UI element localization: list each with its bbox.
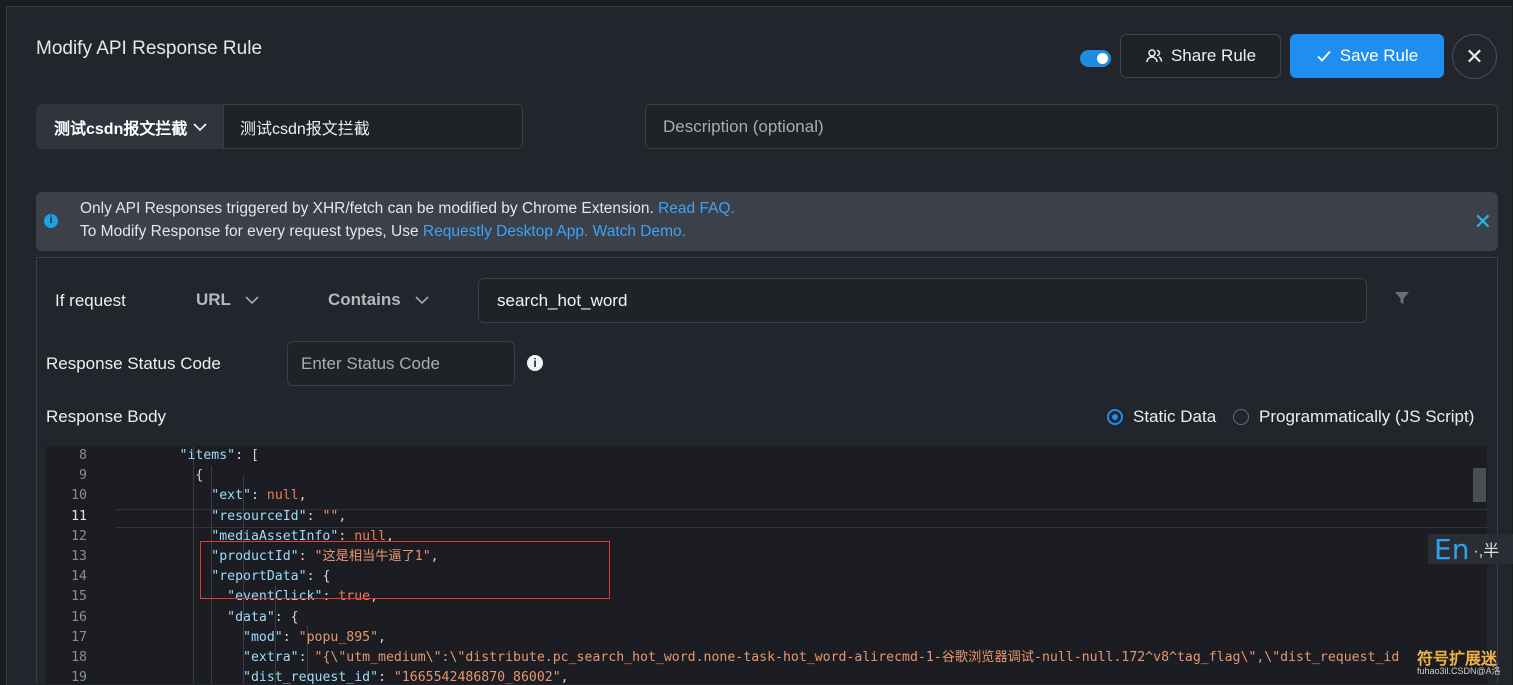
info-icon: i — [44, 214, 58, 228]
code-text: "ext": null, — [211, 488, 307, 504]
description-input[interactable]: Description (optional) — [645, 104, 1498, 149]
code-line[interactable]: 19 "dist_request_id": "1665542486870_860… — [46, 668, 1487, 684]
banner-line-1-text: Only API Responses triggered by XHR/fetc… — [80, 200, 654, 217]
group-selector-label: 测试csdn报文拦截 — [54, 120, 188, 138]
code-line[interactable]: 8 "items": [ — [46, 446, 1487, 466]
chevron-down-icon — [245, 296, 259, 305]
line-number: 11 — [71, 508, 87, 524]
code-line[interactable]: 10 "ext": null, — [46, 486, 1487, 506]
read-faq-link[interactable]: Read FAQ. — [658, 200, 735, 217]
save-rule-button[interactable]: Save Rule — [1290, 34, 1444, 78]
code-text: "resourceId": "", — [211, 508, 347, 524]
editor-scrollbar-thumb[interactable] — [1473, 468, 1486, 502]
line-number: 17 — [71, 629, 87, 645]
desktop-app-link[interactable]: Requestly Desktop App. — [423, 223, 588, 240]
if-request-label: If request — [55, 291, 126, 310]
source-key-label: URL — [196, 290, 231, 309]
radio-programmatic-label: Programmatically (JS Script) — [1259, 407, 1475, 426]
radio-static-indicator[interactable] — [1107, 409, 1123, 425]
line-number: 19 — [71, 670, 87, 684]
code-text: "dist_request_id": "1665542486870_86002"… — [243, 670, 569, 684]
banner-line-1: Only API Responses triggered by XHR/fetc… — [80, 200, 735, 218]
watermark-text: fuhao3il.CSDN@A洛 — [1417, 666, 1501, 676]
response-body-label: Response Body — [46, 407, 167, 426]
status-code-input[interactable]: Enter Status Code — [287, 341, 515, 386]
group-selector[interactable]: 测试csdn报文拦截 — [36, 104, 224, 149]
share-rule-button[interactable]: Share Rule — [1120, 34, 1281, 78]
radio-programmatic[interactable]: Programmatically (JS Script) — [1233, 407, 1474, 427]
code-line[interactable]: 9 { — [46, 466, 1487, 486]
code-text: "data": { — [227, 609, 299, 625]
radio-static-label: Static Data — [1133, 407, 1217, 426]
line-number: 15 — [71, 589, 87, 605]
line-number: 13 — [71, 549, 87, 564]
save-rule-label: Save Rule — [1339, 46, 1419, 65]
rule-status-toggle[interactable] — [1080, 50, 1111, 67]
banner-line-2-text: To Modify Response for every request typ… — [80, 223, 419, 240]
code-line[interactable]: 11 "resourceId": "", — [46, 507, 1487, 527]
radio-programmatic-indicator[interactable] — [1233, 409, 1249, 425]
line-number: 9 — [79, 468, 87, 484]
ime-lang: En — [1434, 532, 1470, 566]
ime-indicator: En ·,半 — [1428, 532, 1513, 566]
code-line[interactable]: 17 "mod": "popu_895", — [46, 628, 1487, 648]
operator-dropdown[interactable]: Contains — [328, 290, 429, 310]
chevron-down-icon — [193, 122, 207, 131]
chevron-down-icon — [415, 296, 429, 305]
page-title: Modify API Response Rule — [36, 38, 263, 59]
code-text: "extra": "{\"utm_medium\":\"distribute.p… — [243, 650, 1400, 665]
operator-label: Contains — [328, 290, 401, 309]
highlight-annotation-box — [200, 541, 610, 599]
info-banner: i Only API Responses triggered by XHR/fe… — [36, 192, 1498, 251]
close-button[interactable]: ✕ — [1452, 34, 1497, 79]
url-value-input[interactable]: search_hot_word — [478, 278, 1367, 323]
check-icon — [1317, 50, 1331, 62]
ime-mode: ·,半 — [1473, 543, 1500, 560]
rule-name-input[interactable]: 测试csdn报文拦截 — [223, 104, 523, 149]
source-key-dropdown[interactable]: URL — [196, 290, 259, 310]
line-number: 16 — [71, 609, 87, 625]
filter-icon[interactable] — [1394, 290, 1410, 306]
code-text: "mod": "popu_895", — [243, 629, 386, 645]
share-rule-label: Share Rule — [1170, 46, 1257, 65]
code-line[interactable]: 18 "extra": "{\"utm_medium\":\"distribut… — [46, 648, 1487, 668]
info-icon[interactable]: i — [527, 355, 543, 371]
radio-static-data[interactable]: Static Data — [1107, 407, 1216, 427]
status-code-label: Response Status Code — [46, 354, 221, 373]
line-number: 10 — [71, 488, 87, 504]
line-number: 12 — [71, 528, 87, 544]
code-text: { — [116, 468, 204, 484]
code-line[interactable]: 16 "data": { — [46, 608, 1487, 628]
line-number: 18 — [71, 650, 87, 665]
banner-line-2: To Modify Response for every request typ… — [80, 223, 686, 241]
share-users-icon — [1146, 49, 1163, 63]
banner-close-icon[interactable]: ✕ — [1474, 209, 1492, 235]
line-number: 14 — [71, 569, 87, 585]
line-number: 8 — [79, 448, 87, 463]
code-text: "items": [ — [179, 448, 259, 463]
watch-demo-link[interactable]: Watch Demo. — [593, 223, 686, 240]
close-icon: ✕ — [1465, 43, 1484, 69]
